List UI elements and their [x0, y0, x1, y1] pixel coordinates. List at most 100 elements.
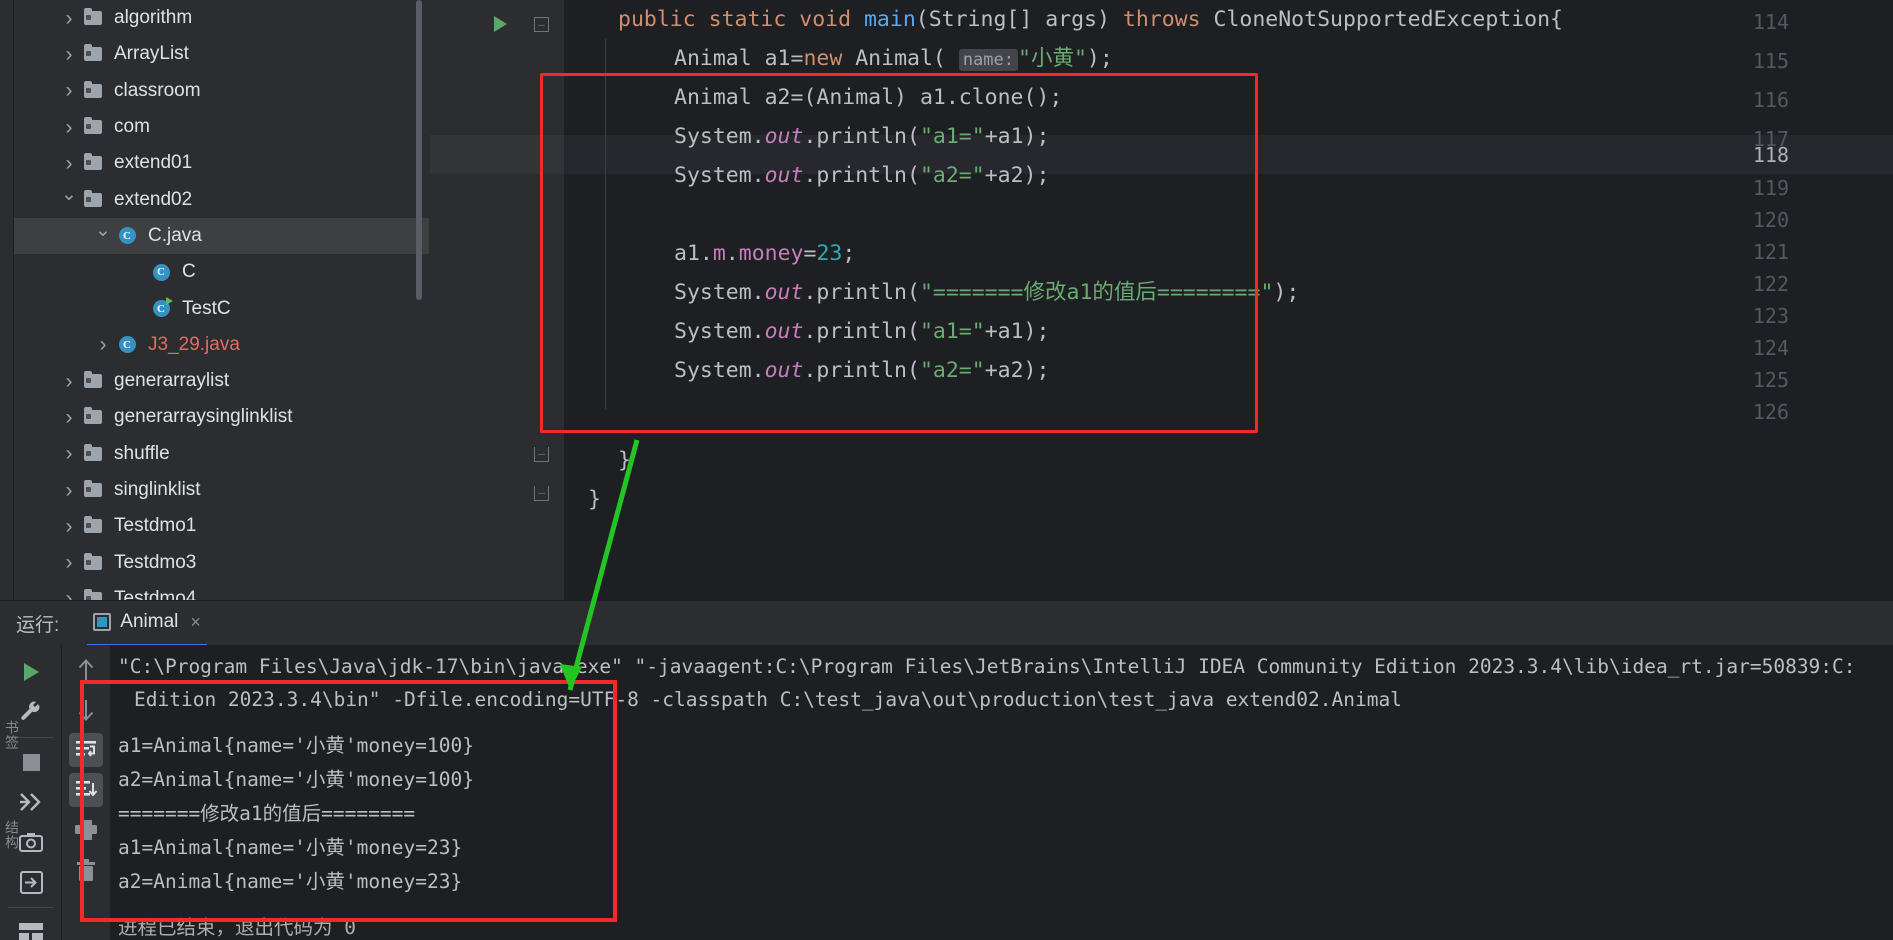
tree-item-label: singlinklist — [114, 479, 201, 500]
chevron-right-icon[interactable] — [58, 407, 80, 428]
chevron-right-icon[interactable] — [58, 117, 80, 138]
chevron-right-icon[interactable] — [58, 44, 80, 65]
folder-icon — [80, 8, 106, 26]
folder-icon — [80, 80, 106, 98]
main-params: String[] args) — [928, 7, 1110, 32]
stop-button[interactable] — [14, 745, 48, 779]
scroll-down-button[interactable] — [69, 693, 103, 727]
tree-item-label: com — [114, 116, 150, 138]
console-command-line-2: Edition 2023.3.4\bin" -Dfile.encoding=UT… — [134, 688, 1402, 711]
run-method-gutter-icon[interactable] — [494, 16, 507, 32]
number-23: 23 — [816, 241, 843, 266]
current-line-gutter-highlight — [430, 135, 564, 174]
chevron-right-icon[interactable] — [58, 443, 80, 464]
tree-item-label: Testdmo4 — [114, 587, 197, 600]
scroll-up-button[interactable] — [69, 653, 103, 687]
semicolon: ; — [842, 241, 856, 266]
folder-icon-glyph — [84, 516, 102, 534]
chevron-right-icon[interactable] — [92, 334, 114, 355]
tree-item-extend02[interactable]: extend02 — [14, 181, 429, 217]
arrow-up-icon — [78, 659, 94, 680]
code-editor[interactable]: 114 115 116 117 118 119 120 121 122 123 … — [430, 0, 1893, 600]
play-icon — [23, 663, 39, 681]
tree-item-shuffle[interactable]: shuffle — [14, 436, 429, 472]
field-m: m — [712, 241, 726, 266]
folder-icon-glyph — [84, 443, 102, 461]
chevron-right-icon[interactable] — [58, 153, 80, 174]
layout-button[interactable] — [14, 915, 48, 940]
rerun-button[interactable] — [14, 655, 48, 689]
folder-icon — [80, 552, 106, 570]
folder-icon-glyph — [84, 189, 102, 207]
console-output-line: a2=Animal{name='小黄'money=23} — [118, 870, 463, 893]
system-prefix: System. — [674, 163, 765, 188]
chevron-right-icon[interactable] — [58, 552, 80, 573]
project-tree-panel[interactable]: algorithm ArrayList classroom com extend01 ex… — [14, 0, 429, 600]
fold-expand-icon[interactable]: – — [534, 447, 549, 462]
tree-item-generarraysinglinklist[interactable]: generarraysinglinklist — [14, 399, 429, 435]
chevron-down-icon[interactable] — [58, 190, 80, 209]
tree-item-algorithm[interactable]: algorithm — [14, 0, 429, 36]
system-prefix: System. — [674, 319, 765, 344]
tree-item-c-java[interactable]: C C.java — [14, 217, 429, 255]
folder-icon — [80, 117, 106, 135]
export-button[interactable] — [14, 865, 48, 899]
chevron-right-icon[interactable] — [58, 516, 80, 537]
code-line-122: System.out.println("a1="+a1); — [674, 312, 1049, 351]
code-line-125: } — [618, 441, 631, 480]
print-button[interactable] — [69, 813, 103, 847]
chevron-right-icon[interactable] — [58, 371, 80, 392]
structure-side-label[interactable]: 结构 — [2, 820, 22, 850]
tree-item-classroom[interactable]: classroom — [14, 73, 429, 109]
chevron-down-icon[interactable] — [92, 226, 114, 245]
chevron-right-icon[interactable] — [58, 588, 80, 600]
fold-expand-icon-2[interactable]: – — [534, 486, 549, 501]
tree-item-arraylist[interactable]: ArrayList — [14, 36, 429, 72]
tree-item-testc[interactable]: C TestC — [14, 290, 429, 326]
folder-icon-glyph — [84, 153, 102, 171]
line115-tail: ); — [1086, 46, 1113, 71]
run-tab-animal[interactable]: Animal × — [87, 601, 207, 646]
console-output[interactable]: "C:\Program Files\Java\jdk-17\bin\java.e… — [110, 645, 1893, 940]
chevron-right-icon[interactable] — [58, 80, 80, 101]
soft-wrap-button[interactable] — [69, 733, 103, 767]
close-icon[interactable]: × — [190, 612, 201, 633]
chevron-right-icon[interactable] — [58, 480, 80, 501]
code-line-114: public static void main(String[] args) t… — [618, 0, 1563, 39]
trash-icon — [77, 858, 95, 881]
tree-item-testdmo3[interactable]: Testdmo3 — [14, 544, 429, 580]
bookmarks-side-label[interactable]: 书签 — [2, 720, 22, 750]
folder-icon-glyph — [84, 552, 102, 570]
tree-item-label: J3_29.java — [148, 333, 240, 355]
tree-item-singlinklist[interactable]: singlinklist — [14, 472, 429, 508]
tree-item-label: extend01 — [114, 152, 193, 174]
tree-item-testdmo1[interactable]: Testdmo1 — [14, 508, 429, 544]
scroll-to-end-button[interactable] — [69, 773, 103, 807]
code-line-121: System.out.println("=======修改a1的值后======… — [674, 273, 1299, 312]
code-text-area[interactable]: public static void main(String[] args) t… — [564, 0, 1893, 600]
code-line-115: Animal a1=new Animal( name: "小黄"); — [674, 39, 1113, 78]
tree-item-label: classroom — [114, 79, 201, 101]
chevron-right-icon[interactable] — [58, 8, 80, 29]
field-out: out — [764, 124, 804, 149]
clear-all-button[interactable] — [69, 853, 103, 887]
tree-item-extend01[interactable]: extend01 — [14, 145, 429, 181]
fold-collapse-icon[interactable]: – — [534, 17, 549, 32]
string-a2-label: "a2=" — [919, 358, 985, 383]
project-tree-scrollbar[interactable] — [416, 0, 422, 300]
java-class-icon: C — [114, 336, 140, 354]
soft-wrap-icon — [76, 741, 96, 757]
tree-item-c[interactable]: CC — [14, 254, 429, 290]
kw-public: public — [618, 7, 696, 32]
folder-icon-glyph — [84, 480, 102, 497]
tree-item-generarraylist[interactable]: generarraylist — [14, 363, 429, 399]
tree-item-j3-29-java[interactable]: C J3_29.java — [14, 327, 429, 363]
tree-item-com[interactable]: com — [14, 109, 429, 145]
folder-icon — [80, 44, 106, 62]
rerun-failed-tests-button[interactable] — [14, 785, 48, 819]
tree-item-label: shuffle — [114, 442, 170, 464]
line118-tail: +a2); — [984, 163, 1050, 188]
code-line-120: a1.m.money=23; — [674, 234, 855, 273]
tree-item-testdmo4[interactable]: Testdmo4 — [14, 581, 429, 600]
closing-brace-class: } — [588, 487, 601, 512]
